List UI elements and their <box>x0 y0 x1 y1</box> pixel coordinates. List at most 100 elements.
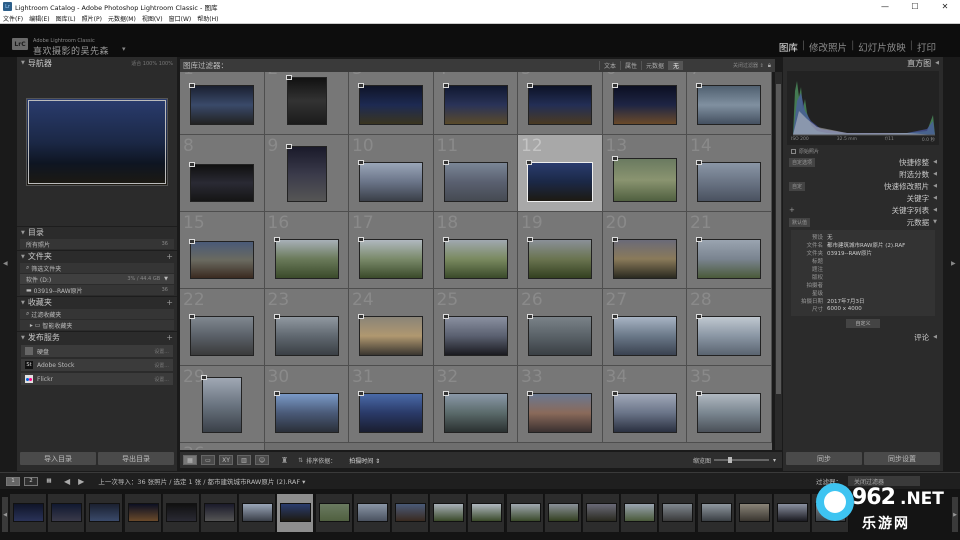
photo-thumbnail[interactable] <box>443 239 508 279</box>
sync-settings-button[interactable]: 同步设置 <box>864 452 940 465</box>
grid-cell[interactable]: 7 <box>687 72 772 135</box>
section-keywording[interactable]: 关键字 ◀ <box>783 192 943 204</box>
filmstrip-thumbnail[interactable] <box>242 503 274 522</box>
checkbox[interactable] <box>791 149 796 154</box>
grid-view-icon[interactable]: ▦ <box>183 455 197 465</box>
filmstrip-cell[interactable] <box>735 494 773 532</box>
menu-photo[interactable]: 照片(P) <box>82 14 102 23</box>
navigator-image[interactable] <box>26 97 168 186</box>
photo-thumbnail[interactable] <box>190 316 255 356</box>
menu-view[interactable]: 视图(V) <box>142 14 163 23</box>
photo-thumbnail[interactable] <box>359 85 424 125</box>
photo-thumbnail[interactable] <box>359 162 424 202</box>
main-screen-button[interactable]: 1 <box>6 476 20 486</box>
section-quick-develop[interactable]: 自定 快速修改照片 ◀ <box>783 180 943 192</box>
grid-cell[interactable]: 28 <box>687 289 772 366</box>
grid-cell[interactable]: 21 <box>687 212 772 289</box>
photo-thumbnail[interactable] <box>612 85 677 125</box>
filter-tab-metadata[interactable]: 元数据 <box>640 61 668 70</box>
people-view-icon[interactable]: ☺ <box>255 455 269 465</box>
collapse-triangle-icon[interactable]: ◀ <box>933 159 937 165</box>
metadata-value[interactable]: 都市建筑城市RAW原片 (2).RAF <box>827 241 905 249</box>
metadata-row[interactable]: 拍摄者 <box>795 281 931 289</box>
filter-tab-attribute[interactable]: 属性 <box>619 61 641 70</box>
filmstrip-cell[interactable] <box>544 494 582 532</box>
folder-filter-input[interactable]: ⌕ 筛选文件夹 <box>20 263 174 273</box>
menu-file[interactable]: 文件(F) <box>3 14 23 23</box>
filmstrip-cell[interactable] <box>162 494 200 532</box>
photo-thumbnail[interactable] <box>612 239 677 279</box>
show-original-toggle[interactable]: 原始照片 <box>783 147 943 156</box>
menu-library[interactable]: 图库(L) <box>56 14 76 23</box>
collapse-triangle-icon[interactable]: ▼ <box>21 60 25 66</box>
filmstrip-thumbnail[interactable] <box>51 503 83 522</box>
collections-header[interactable]: ▼ 收藏夹 + <box>17 296 177 308</box>
collapse-triangle-icon[interactable]: ◀ <box>933 171 937 177</box>
metadata-value[interactable]: 03919--RAW原片 <box>827 249 872 257</box>
add-publish-icon[interactable]: + <box>166 333 173 342</box>
collection-filter-input[interactable]: ⌕ 过滤收藏夹 <box>20 309 174 319</box>
collapse-triangle-icon[interactable]: ▼ <box>21 335 25 341</box>
right-panel-toggle-icon[interactable]: ▶ <box>951 260 956 267</box>
navigator-header[interactable]: ▼ 导航器 适合 100% 100% <box>17 57 177 69</box>
photo-thumbnail[interactable] <box>443 316 508 356</box>
grid-cell[interactable]: 23 <box>264 289 349 366</box>
filmstrip-cell[interactable] <box>239 494 277 532</box>
metadata-row[interactable]: 预设无 <box>795 233 931 241</box>
filmstrip-thumbnail[interactable] <box>204 503 235 522</box>
collapse-triangle-icon[interactable]: ◀ <box>933 195 937 201</box>
photo-thumbnail[interactable] <box>443 85 508 125</box>
minimize-button[interactable]: — <box>870 2 900 11</box>
prev-arrow-icon[interactable]: ◀ <box>64 477 70 486</box>
filmstrip-thumbnail[interactable] <box>738 503 770 522</box>
filmstrip-thumbnail[interactable] <box>13 503 44 522</box>
filmstrip-cell[interactable] <box>468 494 506 532</box>
customize-button[interactable]: 自定义 <box>846 319 880 328</box>
add-collection-icon[interactable]: + <box>166 298 173 307</box>
section-quick-fix[interactable]: 自定选项 快捷修整 ◀ <box>783 156 943 168</box>
loupe-view-icon[interactable]: ▭ <box>201 455 215 465</box>
metadata-row[interactable]: 题注 <box>795 265 931 273</box>
grid-cell[interactable]: 30 <box>264 366 349 443</box>
grid-cell[interactable]: 6 <box>602 72 687 135</box>
module-slideshow[interactable]: 幻灯片放映 <box>856 40 908 54</box>
photo-thumbnail[interactable] <box>697 162 762 202</box>
collapse-triangle-icon[interactable]: ▼ <box>21 300 25 306</box>
publish-header[interactable]: ▼ 发布服务 + <box>17 331 177 343</box>
close-button[interactable]: ✕ <box>930 2 960 11</box>
grid-cell[interactable]: 24 <box>349 289 434 366</box>
menu-metadata[interactable]: 元数据(M) <box>108 14 136 23</box>
grid-cell[interactable]: 9 <box>264 135 349 212</box>
metadata-row[interactable]: 星级 <box>795 289 931 297</box>
publish-hard-drive[interactable]: 硬盘 设置... <box>21 345 173 357</box>
collapse-triangle-icon[interactable]: ◀ <box>933 183 937 189</box>
photo-thumbnail[interactable] <box>190 241 255 279</box>
survey-view-icon[interactable]: ▥ <box>237 455 251 465</box>
grid-cell[interactable]: 2 <box>264 72 349 135</box>
grid-cell[interactable]: 3 <box>349 72 434 135</box>
export-catalog-button[interactable]: 导出目录 <box>98 452 174 465</box>
metadata-row[interactable]: 尺寸 6000 x 4000 <box>795 305 931 313</box>
photo-thumbnail[interactable] <box>697 316 762 356</box>
metadata-row[interactable]: 拍摄日期 2017年7月3日 <box>795 297 931 305</box>
grid-scrollbar[interactable] <box>775 72 782 450</box>
grid-cell[interactable]: 19 <box>518 212 603 289</box>
filmstrip-thumbnail[interactable] <box>624 503 656 522</box>
publish-settings-button[interactable]: 设置... <box>154 362 169 369</box>
filmstrip-cell[interactable] <box>86 494 124 532</box>
photo-thumbnail[interactable] <box>528 239 593 279</box>
filmstrip-cell[interactable] <box>430 494 468 532</box>
lock-icon[interactable]: 🔒︎ <box>768 62 771 70</box>
metadata-row[interactable]: 文件夹 03919--RAW原片 <box>795 249 931 257</box>
grid-cell[interactable]: 25 <box>433 289 518 366</box>
photo-thumbnail[interactable] <box>528 393 593 433</box>
photo-thumbnail[interactable] <box>612 158 677 202</box>
collapse-triangle-icon[interactable]: ◀ <box>933 334 937 340</box>
filmstrip-thumbnail[interactable] <box>700 503 732 522</box>
grid-cell[interactable]: 35 <box>687 366 772 443</box>
grid-cell[interactable]: 5 <box>518 72 603 135</box>
photo-thumbnail[interactable] <box>612 393 677 433</box>
publish-settings-button[interactable]: 设置... <box>154 348 169 355</box>
compare-view-icon[interactable]: XY <box>219 455 233 465</box>
filmstrip-cell[interactable] <box>201 494 238 532</box>
